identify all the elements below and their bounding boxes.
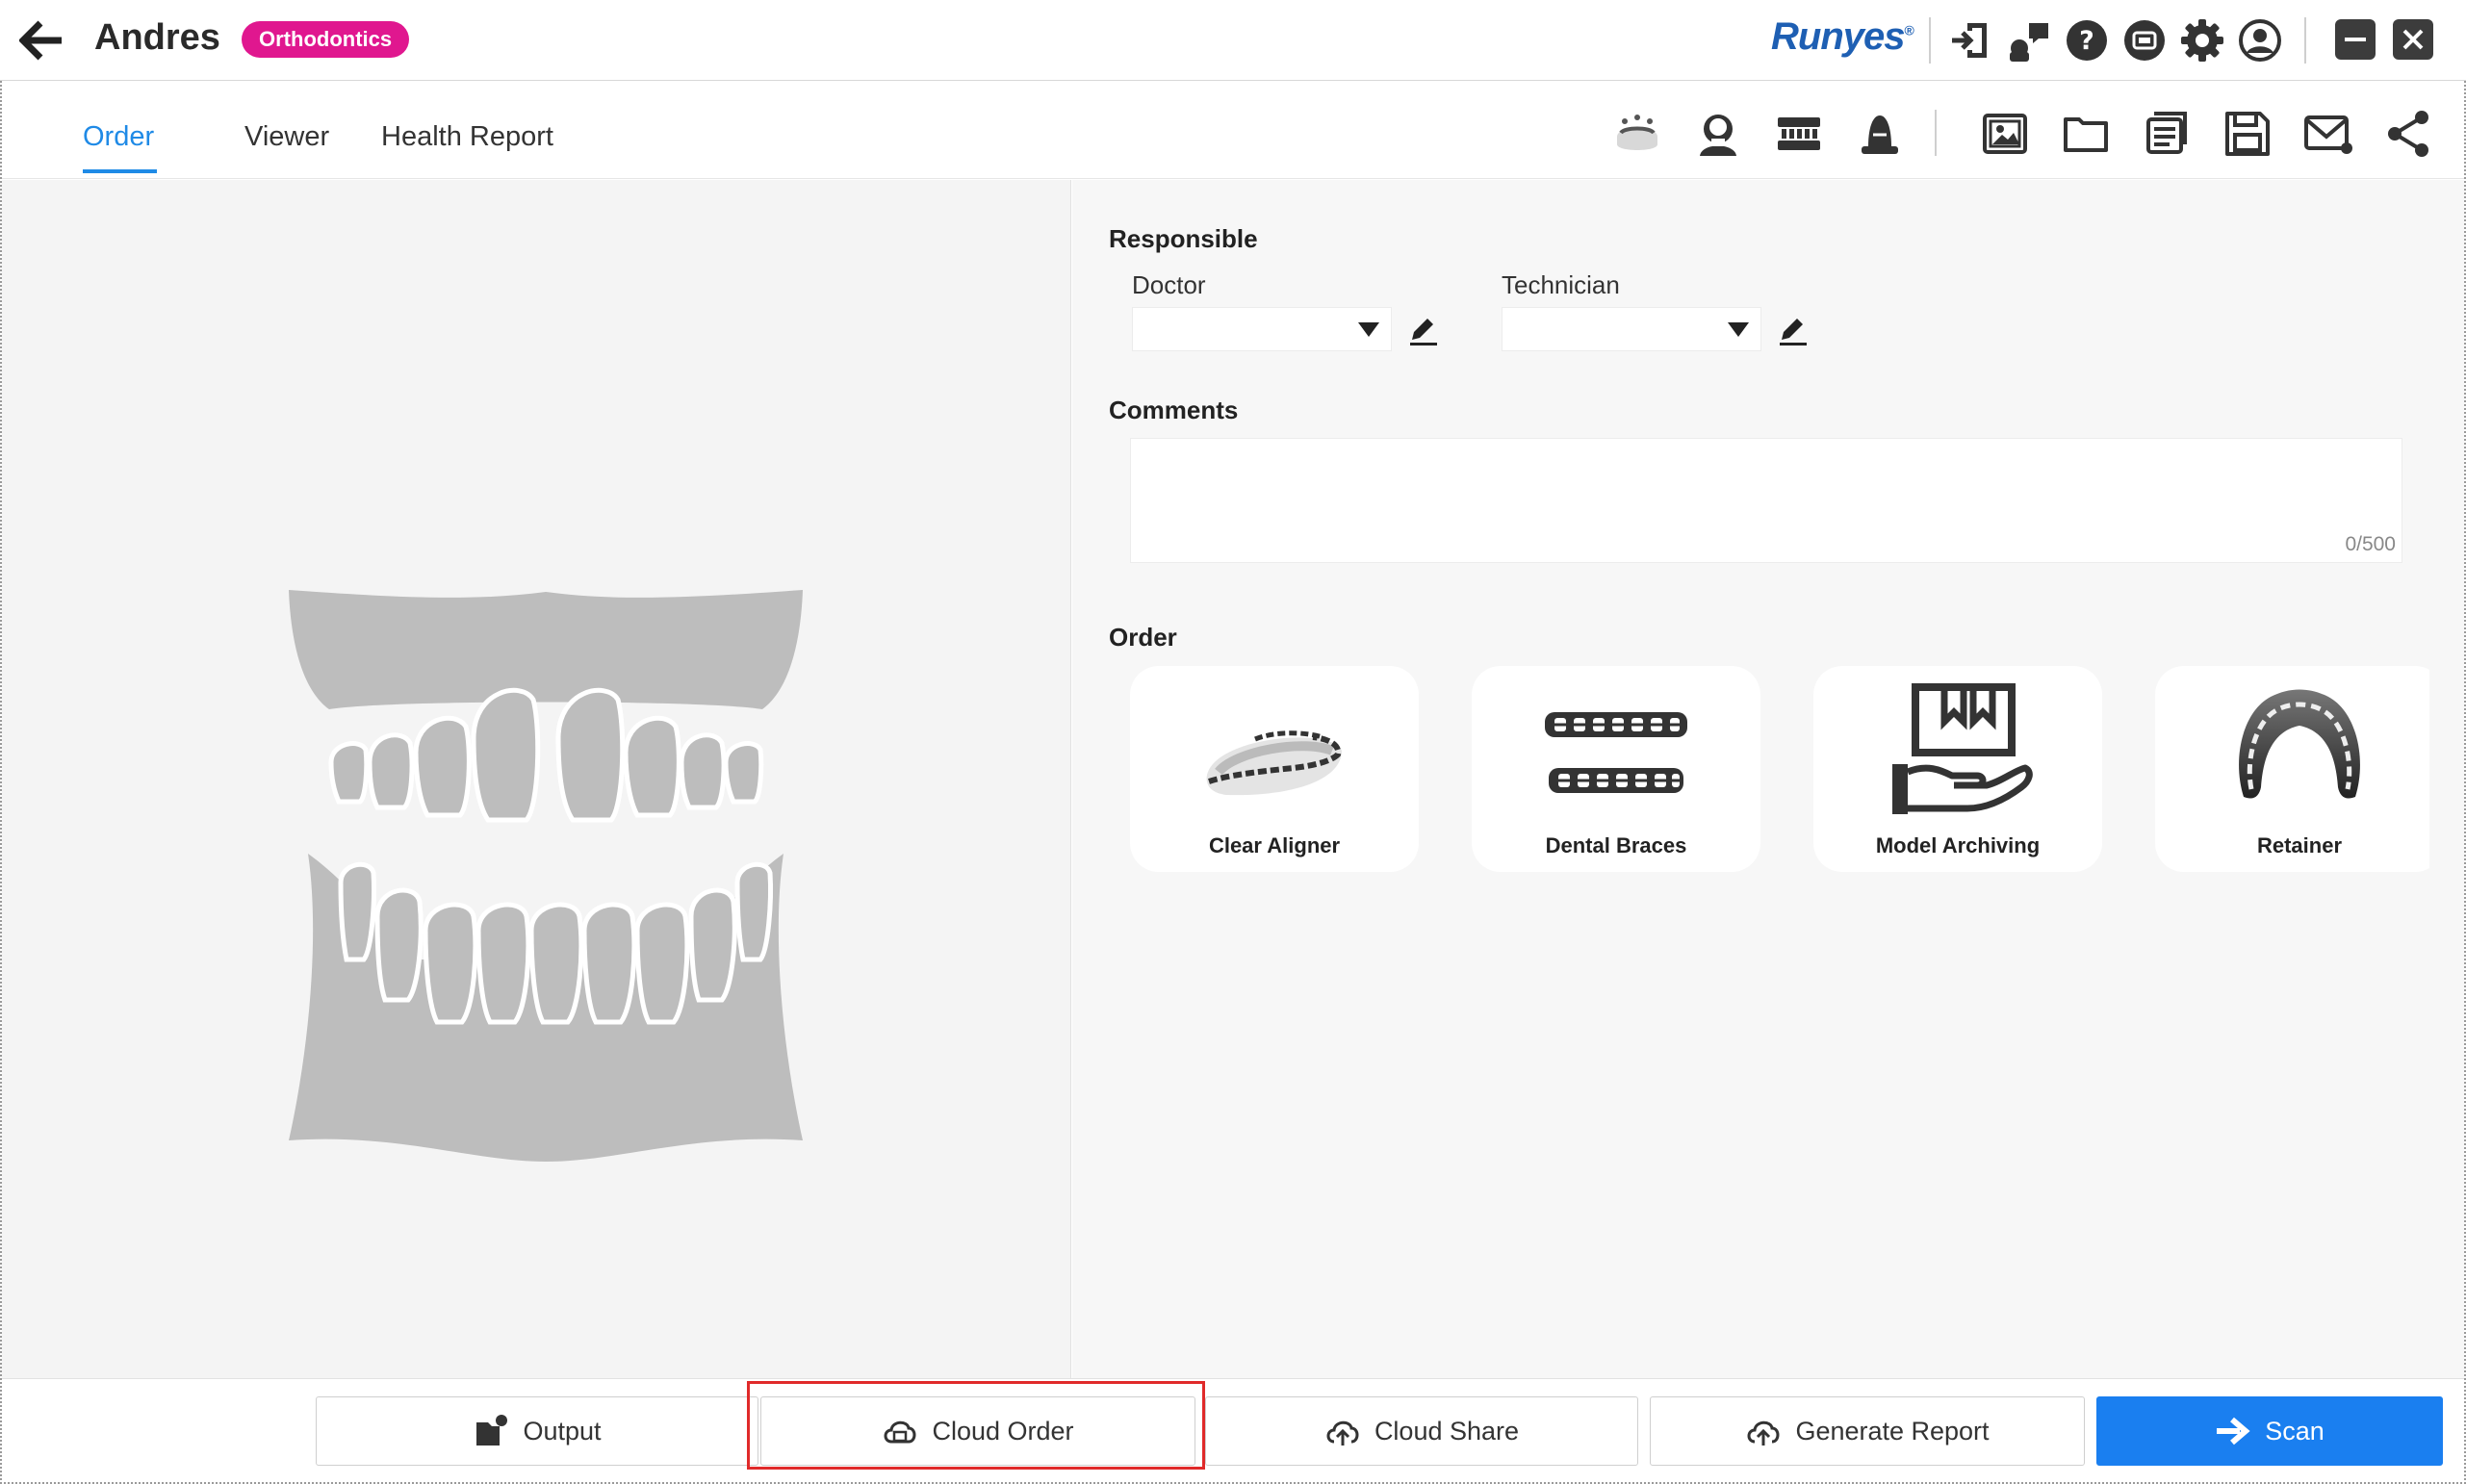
svg-text:?: ? — [2079, 26, 2094, 56]
brand-registered-mark: ® — [1904, 22, 1914, 38]
comments-char-count: 0/500 — [2345, 533, 2396, 555]
scan-model-icon[interactable] — [1611, 108, 1663, 160]
scan-label: Scan — [2265, 1416, 2325, 1446]
close-icon — [2402, 29, 2424, 50]
technician-label: Technician — [1502, 270, 1620, 299]
help-icon[interactable]: ? — [2064, 17, 2110, 64]
email-icon[interactable] — [2302, 108, 2354, 160]
bottom-action-bar: Output Cloud Order Cloud Share Generate … — [2, 1378, 2464, 1482]
single-tooth-icon[interactable] — [1854, 108, 1906, 160]
order-card-clear-aligner[interactable]: Clear Aligner — [1130, 666, 1419, 872]
pencil-icon — [1780, 319, 1807, 345]
divider — [2304, 17, 2306, 64]
brand-logo: Runyes® — [1771, 15, 1914, 59]
settings-icon[interactable] — [2179, 17, 2225, 64]
generate-report-button[interactable]: Generate Report — [1650, 1396, 2085, 1466]
order-title: Order — [1109, 623, 1177, 652]
minimize-button[interactable] — [2335, 19, 2376, 60]
divider — [1935, 110, 1937, 156]
order-card-label: Model Archiving — [1875, 833, 2041, 857]
cloud-upload-icon — [1747, 1420, 1780, 1446]
dental-arch-illustration — [289, 590, 803, 1162]
order-form-panel: Responsible Doctor Technician Comments 0… — [1072, 180, 2464, 1378]
tab-viewer[interactable]: Viewer — [244, 121, 329, 153]
folder-icon[interactable] — [2060, 108, 2112, 160]
technician-select[interactable] — [1502, 307, 1761, 351]
cloud-upload-icon — [1326, 1420, 1359, 1446]
order-card-model-archiving[interactable]: Model Archiving — [1813, 666, 2102, 872]
output-label: Output — [523, 1416, 602, 1446]
chevron-down-icon — [1728, 322, 1749, 337]
document-list-icon[interactable] — [2141, 108, 2193, 160]
comments-textarea[interactable]: 0/500 — [1130, 438, 2402, 563]
import-icon[interactable] — [1948, 17, 1994, 64]
order-card-label: Dental Braces — [1545, 833, 1687, 857]
patient-name: Andres — [94, 17, 220, 58]
cloud-share-button[interactable]: Cloud Share — [1205, 1396, 1638, 1466]
tab-health-report[interactable]: Health Report — [381, 121, 553, 153]
close-button[interactable] — [2393, 19, 2433, 60]
minimize-icon — [2345, 38, 2366, 41]
dental-braces-icon — [1545, 712, 1687, 793]
scan-button[interactable]: Scan — [2096, 1396, 2443, 1466]
pencil-icon — [1410, 319, 1437, 345]
tab-order[interactable]: Order — [83, 121, 154, 153]
comments-title: Comments — [1109, 396, 1239, 424]
order-type-list: Clear Aligner Dental Braces Model Archiv… — [1130, 666, 2429, 876]
title-bar: Andres Orthodontics Runyes® ? — [0, 0, 2466, 81]
share-icon[interactable] — [2383, 108, 2435, 160]
retainer-icon — [2239, 689, 2360, 799]
user-account-icon[interactable] — [2237, 17, 2283, 64]
doctor-edit-button[interactable] — [1404, 311, 1441, 347]
divider — [1929, 17, 1931, 64]
output-button[interactable]: Output — [316, 1396, 758, 1466]
doctor-label: Doctor — [1132, 270, 1206, 299]
back-arrow-icon[interactable] — [18, 19, 65, 62]
order-card-dental-braces[interactable]: Dental Braces — [1472, 666, 1760, 872]
order-card-label: Clear Aligner — [1208, 833, 1341, 857]
category-badge: Orthodontics — [242, 21, 410, 58]
cloud-device-icon[interactable] — [2121, 17, 2168, 64]
chat-icon[interactable] — [2006, 17, 2052, 64]
cloud-order-icon — [884, 1420, 916, 1444]
brand-name: Runyes — [1771, 15, 1905, 58]
model-preview-panel[interactable] — [2, 180, 1071, 1378]
model-archiving-icon — [1892, 683, 2033, 814]
doctor-select[interactable] — [1132, 307, 1392, 351]
cloud-order-button[interactable]: Cloud Order — [760, 1396, 1195, 1466]
generate-report-label: Generate Report — [1795, 1416, 1990, 1446]
dental-arch-icon[interactable] — [1773, 108, 1825, 160]
arrow-right-icon — [2217, 1417, 2250, 1446]
order-card-retainer[interactable]: Retainer — [2155, 666, 2429, 872]
tab-bar: Order Viewer Health Report — [2, 83, 2464, 179]
order-card-label: Retainer — [2256, 833, 2343, 857]
cloud-share-label: Cloud Share — [1374, 1416, 1520, 1446]
clear-aligner-icon — [1206, 730, 1342, 796]
technician-edit-button[interactable] — [1774, 311, 1811, 347]
output-icon — [476, 1415, 508, 1446]
responsible-title: Responsible — [1109, 224, 1258, 253]
chevron-down-icon — [1358, 322, 1379, 337]
image-gallery-icon[interactable] — [1979, 108, 2031, 160]
save-icon[interactable] — [2222, 108, 2273, 160]
cloud-order-label: Cloud Order — [932, 1416, 1074, 1446]
patient-portrait-icon[interactable] — [1692, 108, 1744, 160]
active-tab-indicator — [83, 169, 157, 173]
